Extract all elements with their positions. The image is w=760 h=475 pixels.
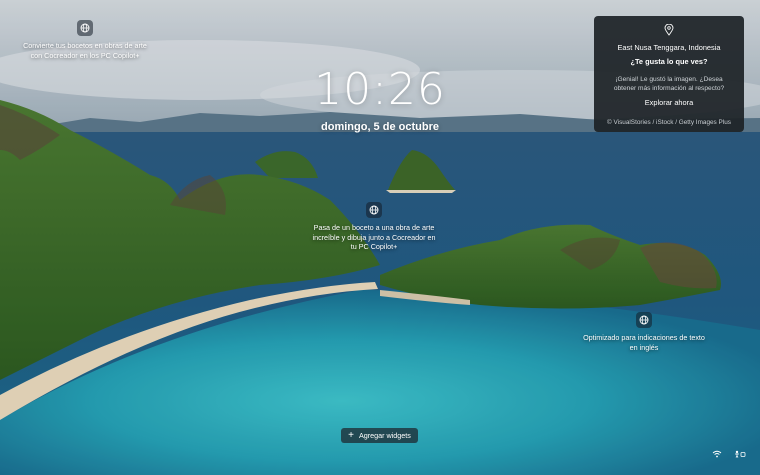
spotlight-credit: © VisualStories / iStock / Getty Images … <box>607 118 731 126</box>
spotlight-panel: East Nusa Tenggara, Indonesia ¿Te gusta … <box>594 16 744 132</box>
hotspot-cocreator-top[interactable]: Convierte tus bocetos en obras de arte c… <box>20 20 150 60</box>
globe-icon <box>636 312 652 328</box>
add-widgets-button[interactable]: + Agregar widgets <box>341 428 418 443</box>
accessibility-icon[interactable] <box>734 450 746 460</box>
spotlight-location: East Nusa Tenggara, Indonesia <box>617 43 721 52</box>
hotspot-text: Convierte tus bocetos en obras de arte c… <box>23 41 147 60</box>
hotspot-text-prompts[interactable]: Optimizado para indicaciones de texto en… <box>582 312 706 352</box>
plus-icon: + <box>348 429 354 441</box>
hotspot-text: Optimizado para indicaciones de texto en… <box>583 333 705 352</box>
location-pin-icon <box>664 23 674 40</box>
globe-icon <box>77 20 93 36</box>
spotlight-question: ¿Te gusta lo que ves? <box>630 56 708 66</box>
add-widgets-label: Agregar widgets <box>358 431 411 440</box>
globe-icon <box>366 202 382 218</box>
explore-now-button[interactable]: Explorar ahora <box>594 98 744 108</box>
wifi-icon[interactable] <box>712 450 722 460</box>
spotlight-body: ¡Genial! Le gustó la imagen. ¿Desea obte… <box>613 76 725 92</box>
hotspot-cocreator-center[interactable]: Pasa de un boceto a una obra de arte inc… <box>312 202 436 252</box>
hotspot-text: Pasa de un boceto a una obra de arte inc… <box>312 223 436 251</box>
